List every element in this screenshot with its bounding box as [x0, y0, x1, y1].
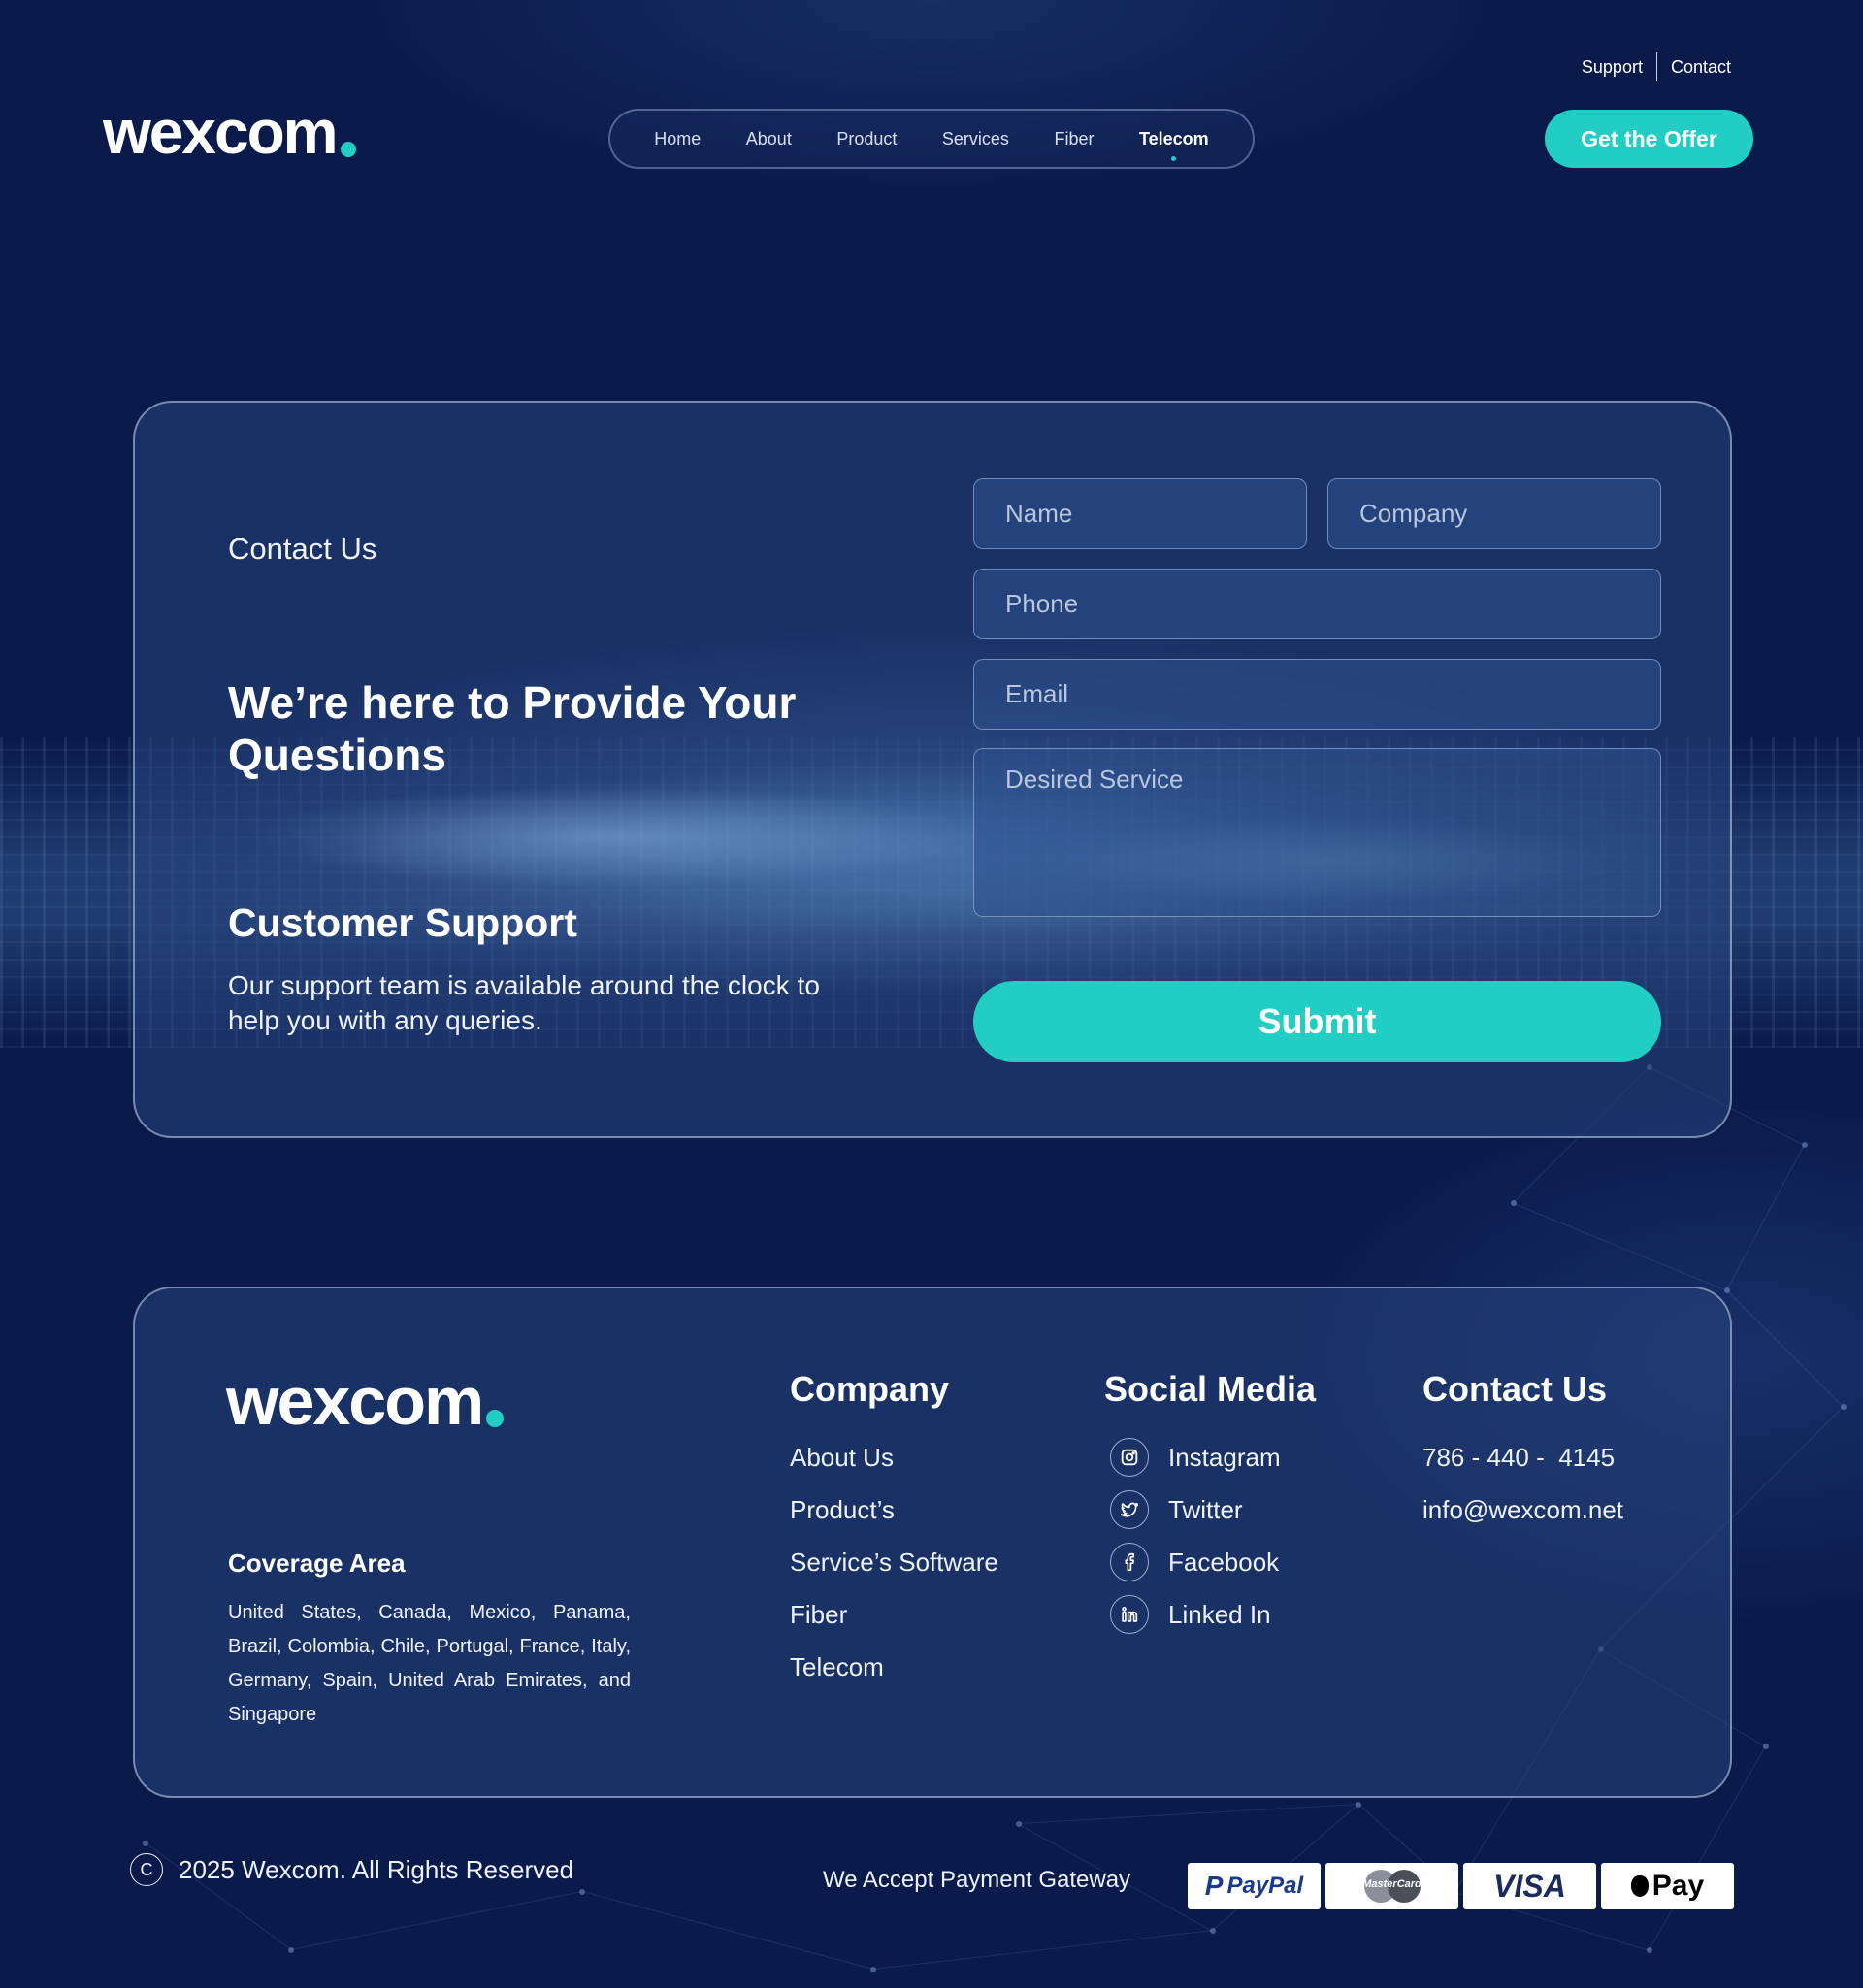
paypal-icon: P: [1204, 1871, 1224, 1901]
social-linkedin[interactable]: Linked In: [1110, 1595, 1271, 1634]
visa-badge: VISA: [1463, 1863, 1596, 1909]
support-link[interactable]: Support: [1582, 57, 1643, 78]
company-input[interactable]: [1327, 478, 1661, 549]
contact-link[interactable]: Contact: [1671, 57, 1731, 78]
footer-contact-title: Contact Us: [1422, 1369, 1608, 1409]
network-line: [872, 1930, 1213, 1970]
logo-dot: [340, 142, 356, 157]
network-node: [579, 1889, 585, 1895]
logo-text: wexcom: [103, 97, 339, 167]
network-node: [1763, 1744, 1769, 1749]
social-media-column-title: Social Media: [1104, 1369, 1317, 1409]
linkedin-label: Linked In: [1168, 1599, 1271, 1629]
footer-link-fiber[interactable]: Fiber: [790, 1600, 847, 1630]
network-line: [1018, 1804, 1358, 1824]
mastercard-badge: MasterCard: [1325, 1863, 1458, 1909]
network-node: [1210, 1928, 1216, 1934]
footer-logo-text: wexcom: [226, 1363, 484, 1439]
nav-about[interactable]: About: [746, 129, 792, 149]
nav-home[interactable]: Home: [654, 129, 701, 149]
network-line: [582, 1891, 874, 1970]
paypal-label: PayPal: [1226, 1873, 1304, 1899]
payment-gateway-label: We Accept Payment Gateway: [823, 1867, 1131, 1893]
desired-service-textarea[interactable]: [973, 748, 1661, 917]
coverage-area-title: Coverage Area: [228, 1548, 406, 1578]
apple-pay-badge: Pay: [1601, 1863, 1734, 1909]
top-links-divider: [1655, 52, 1657, 81]
twitter-icon: [1110, 1490, 1149, 1529]
get-offer-button[interactable]: Get the Offer: [1545, 110, 1753, 168]
main-nav: Home About Product Services Fiber Teleco…: [608, 109, 1255, 169]
network-node: [1841, 1404, 1847, 1410]
social-twitter[interactable]: Twitter: [1110, 1490, 1243, 1529]
customer-support-title: Customer Support: [228, 900, 577, 945]
network-node: [1356, 1802, 1361, 1808]
network-node: [1724, 1287, 1730, 1293]
nav-fiber[interactable]: Fiber: [1054, 129, 1094, 149]
nav-services[interactable]: Services: [942, 129, 1009, 149]
footer-link-services-software[interactable]: Service’s Software: [790, 1548, 998, 1578]
paypal-badge: P PayPal: [1188, 1863, 1321, 1909]
header-logo[interactable]: wexcom: [103, 101, 356, 163]
mastercard-icon: MasterCard: [1360, 1870, 1424, 1903]
contact-heading: We’re here to Provide Your Questions: [228, 677, 797, 780]
footer-email[interactable]: info@wexcom.net: [1422, 1495, 1623, 1525]
nav-product[interactable]: Product: [836, 129, 897, 149]
apple-icon: [1630, 1875, 1649, 1897]
linkedin-icon: [1110, 1595, 1149, 1634]
footer-link-telecom[interactable]: Telecom: [790, 1652, 884, 1682]
network-line: [1726, 1290, 1844, 1408]
coverage-area-text: United States, Canada, Mexico, Panama, B…: [228, 1602, 631, 1725]
footer-logo[interactable]: wexcom: [226, 1363, 505, 1439]
facebook-label: Facebook: [1168, 1547, 1280, 1577]
customer-support-text: Our support team is available around the…: [228, 970, 820, 1035]
footer-phone[interactable]: 786 - 440 - 4145: [1422, 1443, 1615, 1473]
top-links: Support Contact: [1582, 52, 1731, 81]
network-node: [1016, 1821, 1022, 1827]
instagram-icon: [1110, 1438, 1149, 1477]
phone-input[interactable]: [973, 569, 1661, 639]
facebook-icon: [1110, 1543, 1149, 1581]
footer-link-products[interactable]: Product’s: [790, 1495, 895, 1525]
network-line: [1513, 1203, 1727, 1291]
copyright-text: 2025 Wexcom. All Rights Reserved: [179, 1854, 574, 1884]
contact-section-label: Contact Us: [228, 532, 377, 566]
network-node: [1511, 1200, 1517, 1206]
copyright-icon: C: [130, 1853, 163, 1886]
network-node: [143, 1841, 148, 1846]
footer-link-about-us[interactable]: About Us: [790, 1443, 894, 1473]
footer-logo-dot: [486, 1410, 505, 1427]
twitter-label: Twitter: [1168, 1494, 1243, 1524]
network-node: [1802, 1142, 1808, 1148]
network-line: [290, 1891, 582, 1950]
mastercard-label: MasterCard: [1362, 1878, 1422, 1890]
network-line: [1726, 1144, 1805, 1290]
apple-pay-label: Pay: [1651, 1870, 1705, 1902]
network-node: [1647, 1947, 1652, 1953]
submit-button[interactable]: Submit: [973, 981, 1661, 1062]
company-column-title: Company: [790, 1369, 950, 1409]
social-facebook[interactable]: Facebook: [1110, 1543, 1279, 1581]
network-node: [288, 1947, 294, 1953]
copyright: C 2025 Wexcom. All Rights Reserved: [130, 1853, 573, 1886]
network-node: [870, 1967, 876, 1972]
email-input[interactable]: [973, 659, 1661, 730]
nav-telecom[interactable]: Telecom: [1139, 129, 1209, 161]
name-input[interactable]: [973, 478, 1307, 549]
instagram-label: Instagram: [1168, 1442, 1281, 1472]
social-instagram[interactable]: Instagram: [1110, 1438, 1281, 1477]
